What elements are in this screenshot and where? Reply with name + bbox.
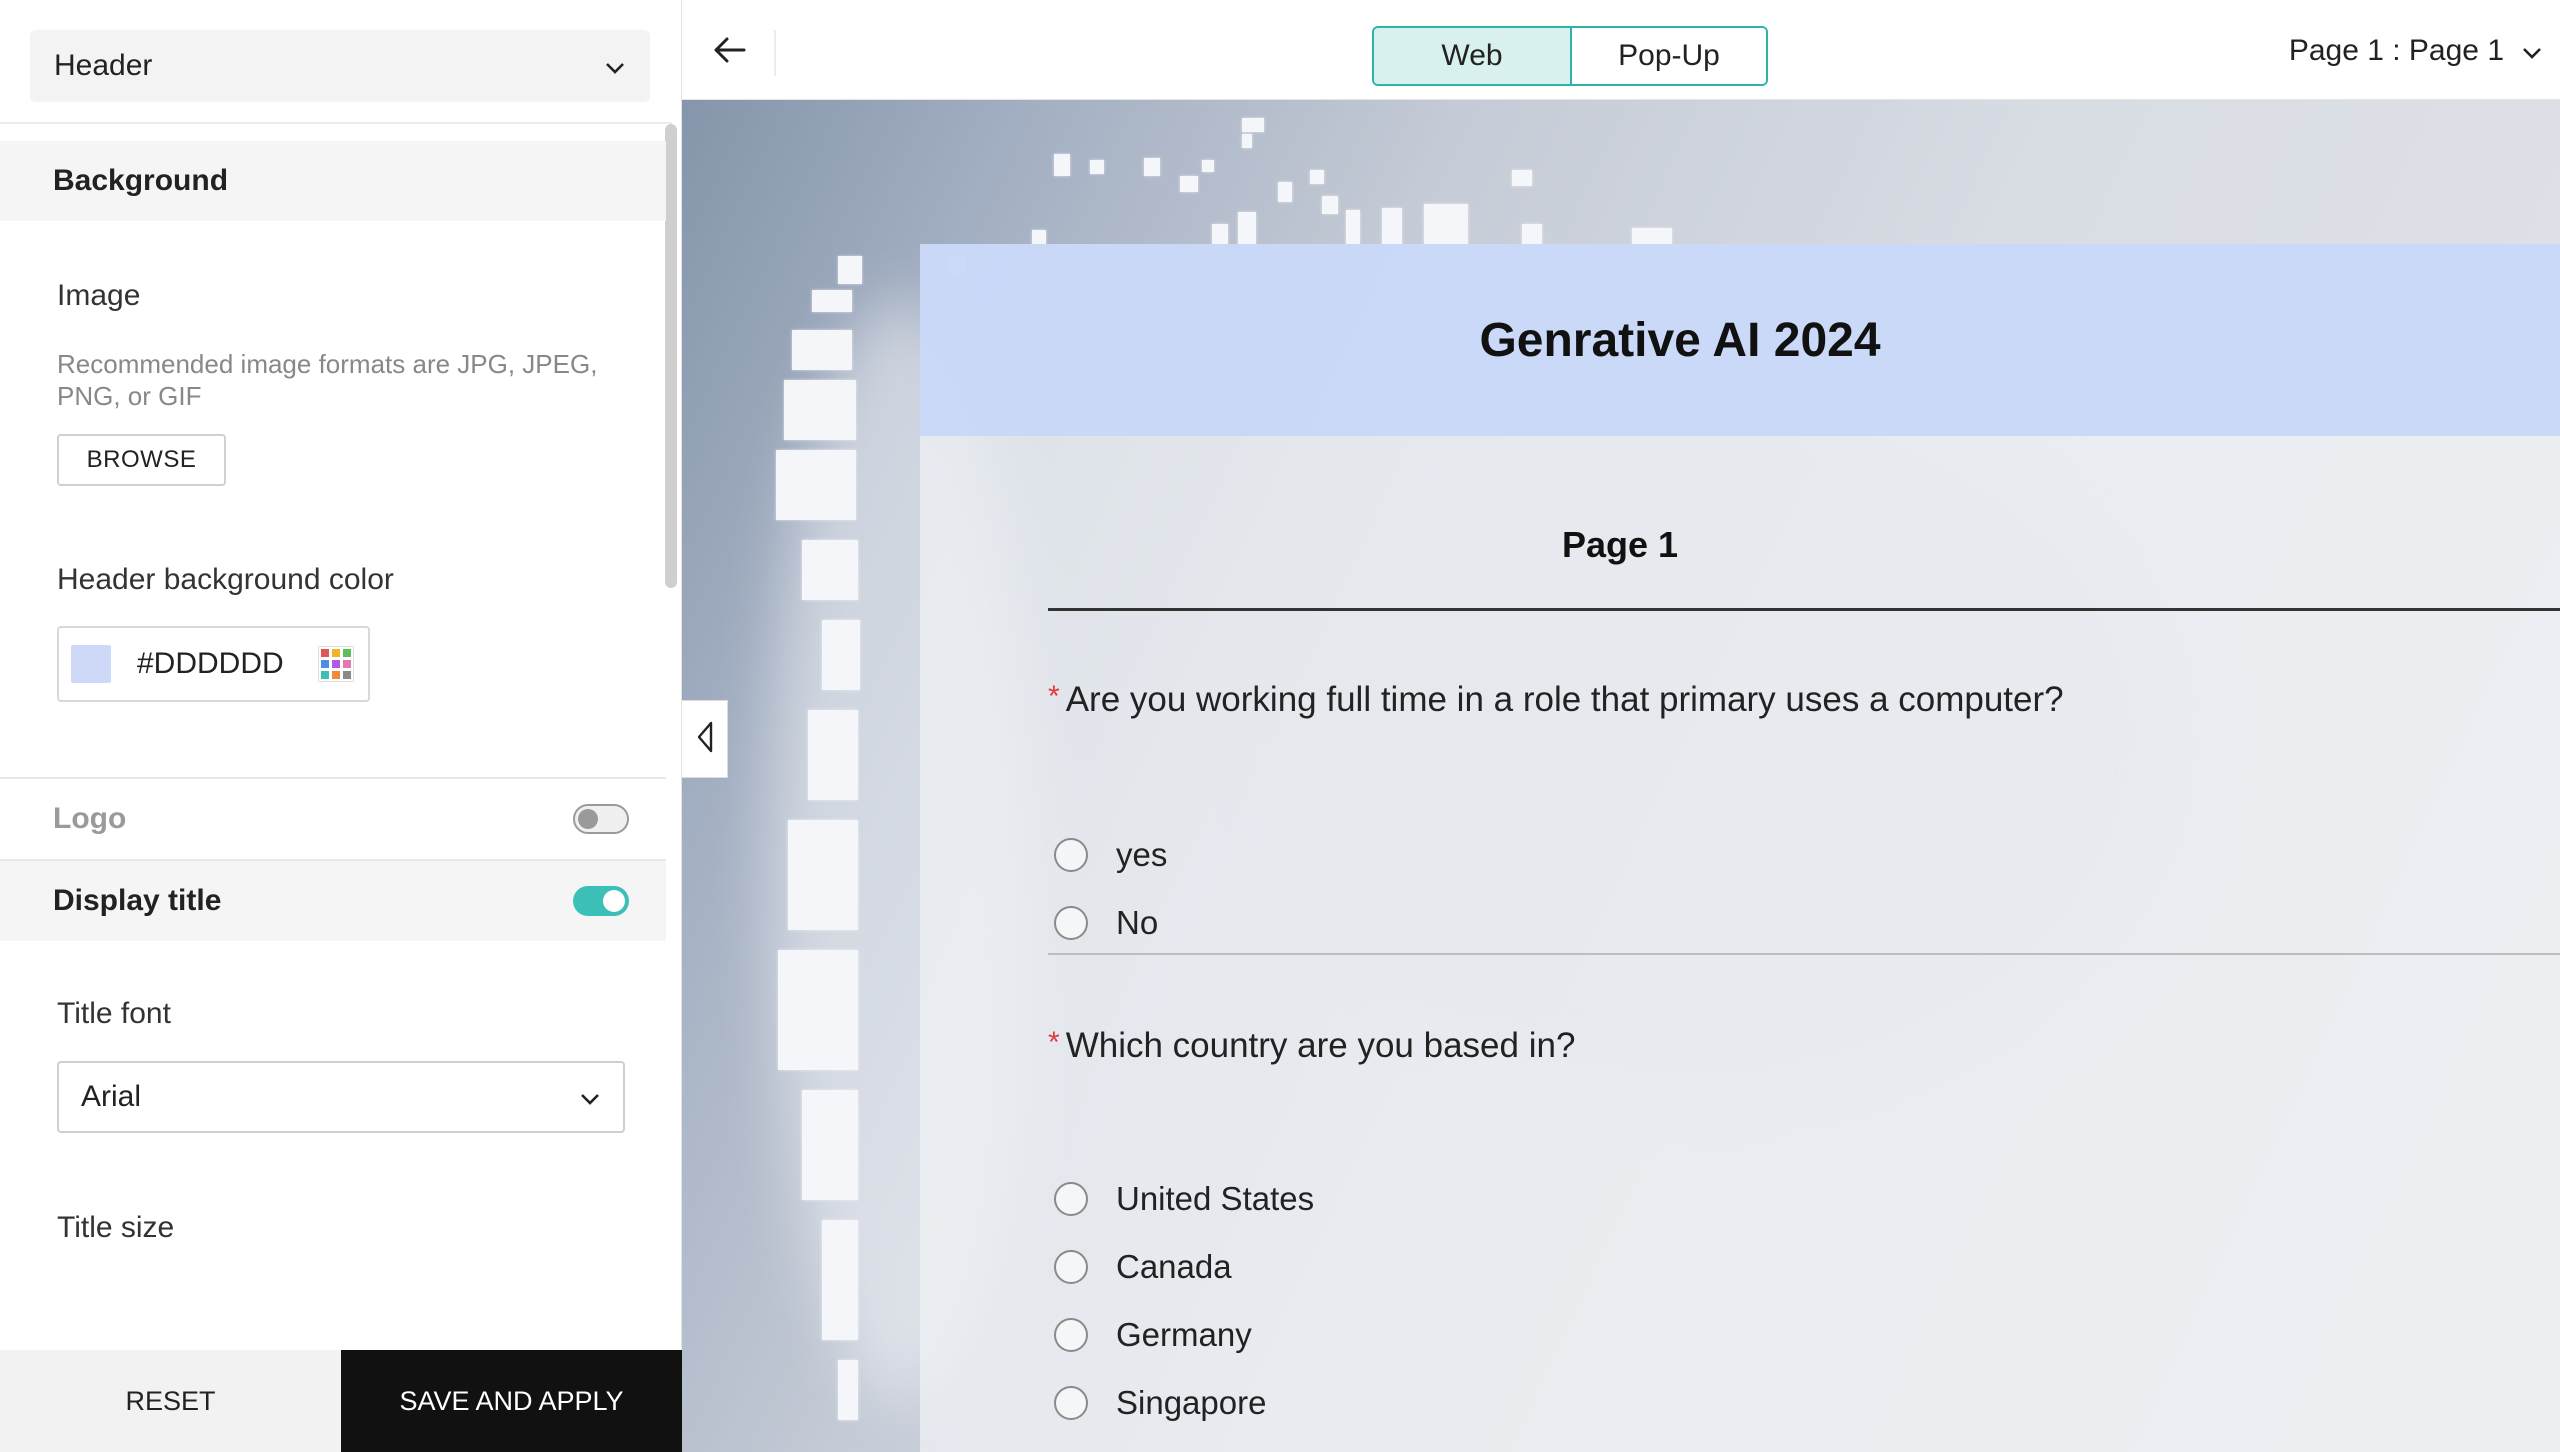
pixel-decoration <box>1322 196 1338 214</box>
display-title-label: Display title <box>53 884 222 917</box>
radio-button[interactable] <box>1054 1182 1088 1216</box>
form-card: Genrative AI 2024 Page 1 * Are you workin… <box>920 244 2560 1452</box>
pixel-decoration <box>1242 118 1264 132</box>
pixel-decoration <box>802 1090 858 1200</box>
pixel-decoration <box>1512 170 1532 186</box>
pixel-decoration <box>822 620 860 690</box>
header-bg-color-label: Header background color <box>57 563 394 596</box>
pixel-decoration <box>792 330 852 370</box>
pixel-decoration <box>1212 224 1228 244</box>
tab-web[interactable]: Web <box>1374 28 1570 84</box>
pixel-decoration <box>1180 176 1198 192</box>
required-marker: * <box>1048 1026 1060 1059</box>
image-label: Image <box>57 279 141 312</box>
title-font-select[interactable]: Arial <box>57 1061 625 1133</box>
pixel-decoration <box>1346 210 1360 244</box>
pixel-decoration <box>1424 204 1468 244</box>
divider <box>1048 953 2560 955</box>
pixel-decoration <box>1278 182 1292 202</box>
page-selector[interactable]: Page 1 : Page 1 <box>2289 34 2542 68</box>
color-swatch[interactable] <box>71 645 111 683</box>
save-and-apply-button[interactable]: SAVE AND APPLY <box>341 1350 682 1452</box>
display-title-row: Display title <box>0 861 666 941</box>
collapse-left-icon <box>695 720 715 759</box>
image-format-hint: Recommended image formats are JPG, JPEG,… <box>57 349 598 411</box>
option-label[interactable]: Singapore <box>1116 1384 1266 1422</box>
radio-button[interactable] <box>1054 1386 1088 1420</box>
pixel-decoration <box>1032 230 1046 244</box>
pixel-decoration <box>812 290 852 312</box>
radio-option[interactable]: yes <box>1054 836 1167 874</box>
preview-toolbar: Web Pop-Up Page 1 : Page 1 <box>682 0 2560 100</box>
logo-label: Logo <box>53 802 127 835</box>
divider <box>0 122 672 124</box>
radio-option[interactable]: United States <box>1054 1180 1314 1218</box>
option-label[interactable]: No <box>1116 904 1158 942</box>
required-marker: * <box>1048 680 1060 713</box>
radio-button[interactable] <box>1054 838 1088 872</box>
radio-option[interactable]: Germany <box>1054 1316 1252 1354</box>
back-arrow-icon[interactable] <box>710 30 750 70</box>
tab-popup[interactable]: Pop-Up <box>1570 28 1766 84</box>
panel-scrollbar[interactable] <box>665 124 677 588</box>
question-label: * Which country are you based in? <box>1048 1026 1576 1065</box>
color-palette-icon[interactable] <box>318 646 354 682</box>
pixel-decoration <box>1090 160 1104 174</box>
settings-panel: Header Background Image Recommended imag… <box>0 0 682 1452</box>
pixel-decoration <box>1310 170 1324 184</box>
chevron-down-icon <box>579 1080 601 1114</box>
title-font-label: Title font <box>57 997 171 1030</box>
pixel-decoration <box>778 950 858 1070</box>
page-selector-value: Page 1 : Page 1 <box>2288 34 2504 67</box>
radio-button[interactable] <box>1054 906 1088 940</box>
browse-button[interactable]: BROWSE <box>57 434 226 486</box>
panel-actions: RESET SAVE AND APPLY <box>0 1350 682 1452</box>
logo-toggle[interactable] <box>573 804 629 834</box>
question-label: * Are you working full time in a role tha… <box>1048 680 2064 719</box>
option-label[interactable]: United States <box>1116 1180 1314 1218</box>
view-switcher: Web Pop-Up <box>1372 26 1768 86</box>
pixel-decoration <box>1242 134 1252 148</box>
pixel-decoration <box>776 450 856 520</box>
title-size-label: Title size <box>57 1211 175 1244</box>
header-bg-color-field[interactable]: #DDDDDD <box>57 626 370 702</box>
display-title-toggle[interactable] <box>573 886 629 916</box>
option-label[interactable]: yes <box>1116 836 1167 874</box>
radio-option[interactable]: Singapore <box>1054 1384 1266 1422</box>
collapse-panel-button[interactable] <box>682 700 728 778</box>
title-font-value: Arial <box>81 1080 142 1113</box>
pixel-decoration <box>1202 160 1214 172</box>
chevron-down-icon <box>2522 34 2542 68</box>
pixel-decoration <box>808 710 858 800</box>
section-select[interactable]: Header <box>30 30 650 102</box>
option-label[interactable]: Canada <box>1116 1248 1232 1286</box>
radio-button[interactable] <box>1054 1250 1088 1284</box>
radio-button[interactable] <box>1054 1318 1088 1352</box>
pixel-decoration <box>1632 228 1672 244</box>
section-select-value: Header <box>54 49 153 82</box>
page-title: Page 1 <box>1561 524 1679 565</box>
pixel-decoration <box>822 1220 858 1340</box>
pixel-decoration <box>1522 224 1542 244</box>
pixel-decoration <box>1238 212 1256 244</box>
form-title: Genrative AI 2024 <box>1479 313 1881 367</box>
radio-option[interactable]: No <box>1054 904 1158 942</box>
pixel-decoration <box>788 820 858 930</box>
option-label[interactable]: Germany <box>1116 1316 1252 1354</box>
divider <box>774 30 776 76</box>
form-header: Genrative AI 2024 <box>920 244 2560 436</box>
pixel-decoration <box>1054 154 1070 176</box>
background-group-header[interactable]: Background <box>0 141 666 221</box>
radio-option[interactable]: Canada <box>1054 1248 1232 1286</box>
reset-button[interactable]: RESET <box>0 1350 341 1452</box>
chevron-down-icon <box>604 49 626 83</box>
pixel-decoration <box>838 256 862 284</box>
divider <box>1048 608 2560 611</box>
color-value[interactable]: #DDDDDD <box>137 647 284 681</box>
pixel-decoration <box>784 380 856 440</box>
pixel-decoration <box>838 1360 858 1420</box>
pixel-decoration <box>1144 158 1160 176</box>
pixel-decoration <box>1382 208 1402 244</box>
logo-row: Logo <box>0 779 666 859</box>
